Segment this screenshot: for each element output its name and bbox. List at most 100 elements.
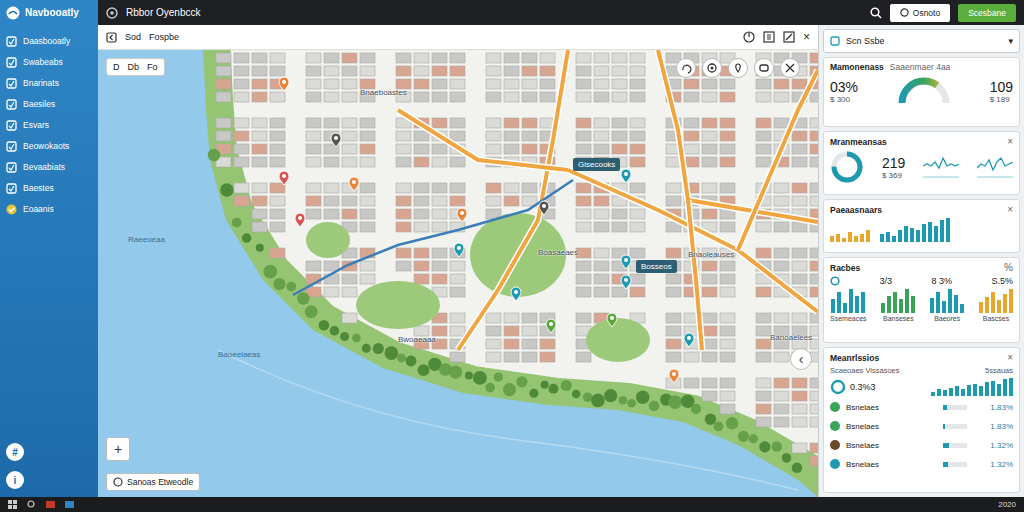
map-legend[interactable]: Sanoas Etweodle [106,473,200,491]
bar-chart [931,378,1013,396]
chart-label: Bascses [983,315,1009,322]
map-action-button[interactable] [728,58,748,78]
building [576,222,591,232]
building [414,326,429,336]
sidebar-item[interactable]: Baesiles [0,94,98,114]
building [450,313,465,323]
sidebar-item[interactable]: Baestes [0,178,98,198]
map-base [98,50,818,497]
map-pin[interactable] [294,212,306,228]
sidebar-item[interactable]: Esvars [0,115,98,135]
icon-part [9,186,14,191]
sidebar-item[interactable]: Beowokaots [0,136,98,156]
building [576,144,591,154]
map-pin[interactable] [348,176,360,192]
main-area: Rbbor OyenbcckOsnotoScesbaneSodFospbe×Ra… [98,0,1024,497]
building [630,144,645,154]
icon-part [736,64,741,72]
building [414,131,429,141]
legend-text: Sanoas Etweodle [127,477,193,487]
building [432,157,447,167]
map-action-button[interactable] [754,58,774,78]
map-pin[interactable] [683,332,695,348]
sidebar-item[interactable]: Bevaabiats [0,157,98,177]
tree [591,394,605,408]
app-icon [46,500,55,509]
map-tool[interactable]: Db [128,62,140,72]
tree [232,218,242,228]
sidebar-item[interactable]: Bnarinats [0,73,98,93]
building [432,92,447,102]
building [576,274,591,284]
icon-part [786,64,794,72]
building [270,196,285,206]
sidebar-item[interactable]: Daasbooatly [0,31,98,51]
building [522,339,537,349]
icon-part [711,67,714,70]
collapse-button[interactable]: ‹ [790,348,812,370]
sidebar-item[interactable]: Eoaanis [0,199,98,219]
map-pin[interactable] [545,318,557,334]
breadcrumb-item[interactable]: Sod [125,32,141,42]
map-action-button[interactable] [676,58,696,78]
map-pin[interactable] [620,274,632,290]
map-tool[interactable]: D [113,62,120,72]
map-action-button[interactable] [702,58,722,78]
map-pin[interactable] [668,368,680,384]
building [342,92,357,102]
building [486,79,501,89]
building [522,313,537,323]
map-pin[interactable] [330,132,342,148]
map-tool[interactable]: Fo [147,62,158,72]
building [702,287,717,297]
footer-button[interactable]: i [6,471,24,489]
mini-charts: SsemeacesBansesesBaeoresBascses [830,289,1013,322]
sidebar-item[interactable]: Swabeabs [0,52,98,72]
map-pin[interactable] [606,312,618,328]
card-close[interactable]: × [1007,352,1013,363]
close-button[interactable]: × [803,30,810,44]
card-close[interactable]: % [1004,262,1013,273]
building [504,313,519,323]
pin-body [279,77,289,91]
pin-dot [549,322,553,326]
building [666,248,681,258]
map-pin[interactable] [456,207,468,223]
map-pin[interactable] [538,200,550,216]
stat-value: 0.3%3 [850,382,876,392]
map-action-button[interactable] [780,58,800,78]
building [630,66,645,76]
pin-dot [610,316,614,320]
panel-dropdown[interactable]: Scn Ssbe▾ [823,29,1020,53]
map-pin[interactable] [278,170,290,186]
building [720,222,735,232]
map-pin[interactable] [620,168,632,184]
bar [836,234,840,242]
map-pin[interactable] [453,242,465,258]
icon-part [683,65,691,73]
map-canvas[interactable]: RaeeoeaaBaoeelaeasBnaeboastesGisecooksBw… [98,50,818,497]
bar [860,234,864,242]
map-toolbar: Sod Fospbe × [98,25,818,50]
map-pin[interactable] [620,254,632,270]
zoom-button[interactable]: + [107,438,129,460]
tree [619,396,627,404]
footer-button[interactable]: # [6,443,24,461]
tree [242,233,251,242]
top-button[interactable]: Scesbane [958,4,1016,22]
building [360,157,375,167]
building [576,118,591,128]
top-button[interactable]: Osnoto [890,4,950,22]
card-close[interactable]: × [1007,136,1013,147]
bar [940,220,944,242]
building [360,131,375,141]
stat-caption: $ 369 [882,171,905,180]
breadcrumb-item[interactable]: Fospbe [149,32,179,42]
card-close[interactable]: × [1007,204,1013,215]
map-pin[interactable] [510,286,522,302]
menu-icon [6,36,17,47]
bar-chart [930,289,964,313]
building [360,222,375,232]
road [458,50,568,350]
map-pin[interactable] [278,76,290,92]
